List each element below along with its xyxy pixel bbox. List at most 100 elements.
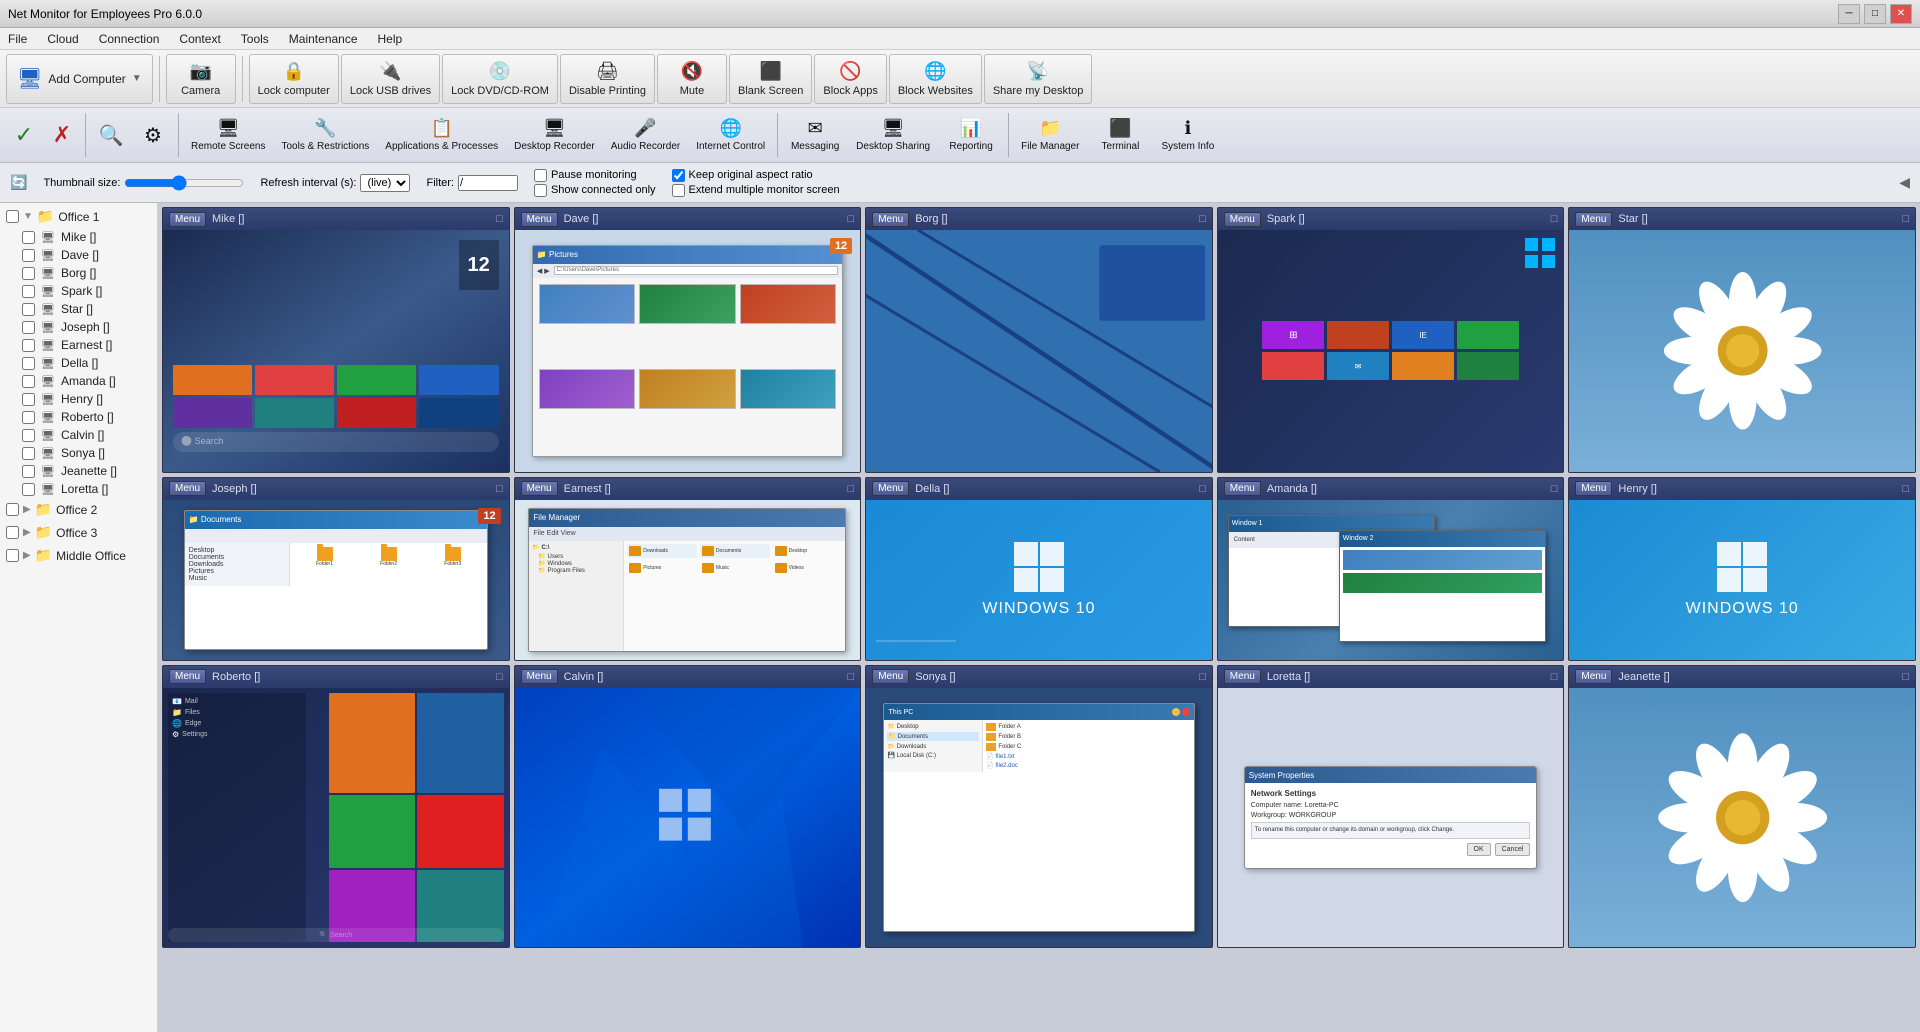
tile-menu-loretta[interactable]: Menu (1224, 669, 1261, 684)
tile-expand-loretta[interactable]: □ (1551, 671, 1558, 683)
tile-expand-earnest[interactable]: □ (848, 483, 855, 495)
messaging-button[interactable]: ✉ Messaging (783, 111, 847, 159)
tile-menu-roberto[interactable]: Menu (169, 669, 206, 684)
screen-thumb-della[interactable]: WINDOWS 10 (866, 500, 1212, 660)
tile-expand-dave[interactable]: □ (848, 213, 855, 225)
screen-thumb-mike[interactable]: ⚪ Search 12 (163, 230, 509, 472)
add-computer-button[interactable]: 🖥 Add Computer ▼ (6, 54, 153, 104)
tile-menu-earnest[interactable]: Menu (521, 481, 558, 496)
maximize-button[interactable]: □ (1864, 4, 1886, 24)
expand-filter-icon[interactable]: ◀ (1899, 174, 1910, 191)
screen-thumb-amanda[interactable]: Window 1 Content Window 2 (1218, 500, 1564, 660)
roberto-checkbox[interactable] (22, 411, 35, 424)
share-desktop-button[interactable]: 📡 Share my Desktop (984, 54, 1092, 104)
menu-tools[interactable]: Tools (237, 30, 273, 48)
filter-input[interactable] (458, 175, 518, 191)
show-connected-checkbox[interactable] (534, 184, 547, 197)
terminal-button[interactable]: ⬛ Terminal (1088, 111, 1152, 159)
applications-processes-button[interactable]: 📋 Applications & Processes (378, 111, 505, 159)
sidebar-item-roberto[interactable]: 🖥 Roberto [] (0, 408, 157, 426)
tile-menu-jeanette[interactable]: Menu (1575, 669, 1612, 684)
mike-checkbox[interactable] (22, 231, 35, 244)
tile-expand-henry[interactable]: □ (1902, 483, 1909, 495)
sidebar-item-della[interactable]: 🖥 Della [] (0, 354, 157, 372)
sidebar-item-sonya[interactable]: 🖥 Sonya [] (0, 444, 157, 462)
earnest-checkbox[interactable] (22, 339, 35, 352)
tile-menu-joseph[interactable]: Menu (169, 481, 206, 496)
sidebar-item-loretta[interactable]: 🖥 Loretta [] (0, 480, 157, 498)
screen-thumb-spark[interactable]: ⊞ IE ✉ (1218, 230, 1564, 472)
tile-expand-mike[interactable]: □ (496, 213, 503, 225)
remote-screens-button[interactable]: 🖥 Remote Screens (184, 111, 272, 159)
tools-restrictions-button[interactable]: 🔧 Tools & Restrictions (274, 111, 376, 159)
loretta-checkbox[interactable] (22, 483, 35, 496)
sidebar-item-dave[interactable]: 🖥 Dave [] (0, 246, 157, 264)
file-manager-button[interactable]: 📁 File Manager (1014, 111, 1086, 159)
tile-expand-jeanette[interactable]: □ (1902, 671, 1909, 683)
sidebar-group-middle-header[interactable]: ▶ 📁 Middle Office (0, 544, 157, 567)
star-checkbox[interactable] (22, 303, 35, 316)
screen-thumb-joseph[interactable]: 📁 Documents Desktop Documents Downloads … (163, 500, 509, 660)
tile-expand-calvin[interactable]: □ (848, 671, 855, 683)
settings-button[interactable]: ⚙ (133, 111, 173, 159)
sidebar-group-office1-header[interactable]: ▼ 📁 Office 1 (0, 205, 157, 228)
sidebar-group-office2-header[interactable]: ▶ 📁 Office 2 (0, 498, 157, 521)
menu-context[interactable]: Context (175, 30, 224, 48)
tile-expand-star[interactable]: □ (1902, 213, 1909, 225)
screen-thumb-borg[interactable] (866, 230, 1212, 472)
sidebar-item-star[interactable]: 🖥 Star [] (0, 300, 157, 318)
sidebar-item-borg[interactable]: 🖥 Borg [] (0, 264, 157, 282)
internet-control-button[interactable]: 🌐 Internet Control (689, 111, 772, 159)
tile-expand-spark[interactable]: □ (1551, 213, 1558, 225)
block-websites-button[interactable]: 🌐 Block Websites (889, 54, 982, 104)
mute-button[interactable]: 🔇 Mute (657, 54, 727, 104)
tile-expand-roberto[interactable]: □ (496, 671, 503, 683)
tile-menu-star[interactable]: Menu (1575, 212, 1612, 227)
menu-maintenance[interactable]: Maintenance (285, 30, 362, 48)
calvin-checkbox[interactable] (22, 429, 35, 442)
tile-menu-mike[interactable]: Menu (169, 212, 206, 227)
sidebar-item-amanda[interactable]: 🖥 Amanda [] (0, 372, 157, 390)
della-checkbox[interactable] (22, 357, 35, 370)
extend-monitor-label[interactable]: Extend multiple monitor screen (672, 184, 840, 197)
dave-checkbox[interactable] (22, 249, 35, 262)
tile-menu-dave[interactable]: Menu (521, 212, 558, 227)
thumbnail-size-slider[interactable] (124, 175, 244, 191)
borg-checkbox[interactable] (22, 267, 35, 280)
screen-thumb-calvin[interactable] (515, 688, 861, 947)
tile-expand-borg[interactable]: □ (1199, 213, 1206, 225)
screen-thumb-henry[interactable]: WINDOWS 10 (1569, 500, 1915, 660)
screen-thumb-loretta[interactable]: System Properties Network Settings Compu… (1218, 688, 1564, 947)
block-apps-button[interactable]: 🚫 Block Apps (814, 54, 886, 104)
sidebar-item-earnest[interactable]: 🖥 Earnest [] (0, 336, 157, 354)
lock-usb-button[interactable]: 🔌 Lock USB drives (341, 54, 440, 104)
tile-menu-amanda[interactable]: Menu (1224, 481, 1261, 496)
keep-aspect-checkbox[interactable] (672, 169, 685, 182)
screen-thumb-earnest[interactable]: File Manager File Edit View 📁 C:\ 📁 User… (515, 500, 861, 660)
extend-monitor-checkbox[interactable] (672, 184, 685, 197)
tile-menu-della[interactable]: Menu (872, 481, 909, 496)
close-button[interactable]: ✕ (1890, 4, 1912, 24)
sidebar-group-office3-header[interactable]: ▶ 📁 Office 3 (0, 521, 157, 544)
minimize-button[interactable]: ─ (1838, 4, 1860, 24)
sidebar-item-jeanette[interactable]: 🖥 Jeanette [] (0, 462, 157, 480)
sonya-checkbox[interactable] (22, 447, 35, 460)
menu-connection[interactable]: Connection (95, 30, 164, 48)
tile-expand-sonya[interactable]: □ (1199, 671, 1206, 683)
tile-menu-henry[interactable]: Menu (1575, 481, 1612, 496)
joseph-checkbox[interactable] (22, 321, 35, 334)
screen-thumb-star[interactable] (1569, 230, 1915, 472)
pause-monitoring-label[interactable]: Pause monitoring (534, 169, 656, 182)
screen-thumb-jeanette[interactable] (1569, 688, 1915, 947)
henry-checkbox[interactable] (22, 393, 35, 406)
tile-expand-amanda[interactable]: □ (1551, 483, 1558, 495)
reporting-button[interactable]: 📊 Reporting (939, 111, 1003, 159)
menu-file[interactable]: File (4, 30, 31, 48)
menu-cloud[interactable]: Cloud (43, 30, 82, 48)
sidebar-item-henry[interactable]: 🖥 Henry [] (0, 390, 157, 408)
office2-group-checkbox[interactable] (6, 503, 19, 516)
lock-dvd-button[interactable]: 💿 Lock DVD/CD-ROM (442, 54, 558, 104)
show-connected-label[interactable]: Show connected only (534, 184, 656, 197)
disable-printing-button[interactable]: 🖨 Disable Printing (560, 54, 655, 104)
audio-recorder-button[interactable]: 🎤 Audio Recorder (604, 111, 687, 159)
